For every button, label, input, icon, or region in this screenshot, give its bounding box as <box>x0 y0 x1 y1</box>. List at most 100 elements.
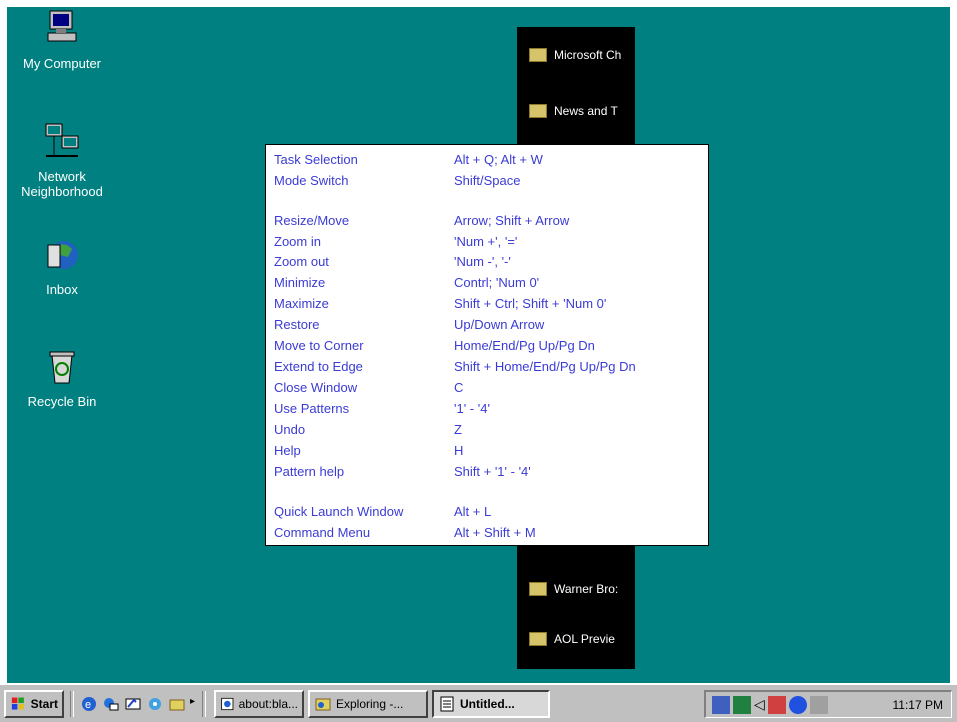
desktop-icon-network-neighborhood[interactable]: Network Neighborhood <box>7 122 117 199</box>
taskbar-separator <box>70 691 74 717</box>
folder-icon <box>529 48 547 62</box>
shortcut-action: Task Selection <box>274 152 358 167</box>
channel-item[interactable]: News and T <box>529 104 635 118</box>
shortcut-keys: Home/End/Pg Up/Pg Dn <box>454 338 595 353</box>
shortcut-keys: Contrl; 'Num 0' <box>454 275 540 290</box>
folder-icon <box>529 632 547 646</box>
folder-icon <box>529 582 547 596</box>
task-label: Exploring -... <box>336 697 404 711</box>
shortcut-keys: Shift + Ctrl; Shift + 'Num 0' <box>454 296 607 311</box>
task-label: about:bla... <box>238 697 298 711</box>
desktop-icon-recycle-bin[interactable]: Recycle Bin <box>7 347 117 409</box>
desktop-icon-label: My Computer <box>22 56 102 71</box>
shortcut-keys: 'Num +', '=' <box>454 234 518 249</box>
shortcut-keys: Z <box>454 422 462 437</box>
tray-network-icon[interactable] <box>712 695 730 714</box>
shortcut-keys: Arrow; Shift + Arrow <box>454 213 570 228</box>
inbox-icon <box>47 241 78 269</box>
channel-item-label: Microsoft Ch <box>554 48 622 62</box>
taskbar: Start e ▸ about:bla... Exploring -... Un… <box>0 684 957 722</box>
shortcut-action: Undo <box>274 422 306 437</box>
shortcut-row: Close Window C <box>274 380 463 400</box>
show-desktop-icon[interactable] <box>124 695 142 713</box>
start-label: Start <box>30 697 58 711</box>
shortcut-action: Minimize <box>274 275 326 290</box>
desktop-icon-label: Network Neighborhood <box>21 169 103 199</box>
folder-icon <box>529 104 547 118</box>
channels-icon[interactable] <box>146 695 164 713</box>
clock[interactable]: 11:17 PM <box>893 698 943 712</box>
desktop: My Computer Network Neighborhood Inbox R… <box>7 7 950 683</box>
shortcut-keys: Shift + Home/End/Pg Up/Pg Dn <box>454 359 636 374</box>
shortcut-row: Mode Switch Shift/Space <box>274 173 521 193</box>
shortcut-action: Maximize <box>274 296 329 311</box>
desktop-icon-label: Recycle Bin <box>27 394 97 409</box>
shortcut-keys: H <box>454 443 464 458</box>
explorer-icon <box>315 698 331 711</box>
volume-icon[interactable]: ◁ <box>754 696 765 713</box>
tray-globe-icon[interactable] <box>788 695 807 714</box>
shortcut-action: Use Patterns <box>274 401 350 416</box>
network-icon <box>45 123 79 157</box>
shortcut-row: Zoom out 'Num -', '-' <box>274 254 511 274</box>
channel-item-label: Warner Bro: <box>554 582 619 596</box>
channel-item[interactable]: Microsoft Ch <box>529 48 635 62</box>
shortcut-action: Zoom in <box>274 234 321 249</box>
task-label: Untitled... <box>460 697 515 711</box>
shortcut-action: Mode Switch <box>274 173 349 188</box>
internet-explorer-icon[interactable]: e <box>80 695 98 713</box>
notepad-icon <box>440 696 454 712</box>
quick-launch-more-arrow-icon[interactable]: ▸ <box>190 696 195 707</box>
shortcut-keys: '1' - '4' <box>454 401 490 416</box>
tray-display-icon[interactable] <box>809 695 828 714</box>
channel-item[interactable]: Warner Bro: <box>529 582 635 596</box>
shortcut-row: Help H <box>274 443 463 463</box>
shortcut-keys: Alt + Shift + M <box>454 525 536 540</box>
shortcut-keys: Alt + Q; Alt + W <box>454 152 543 167</box>
shortcut-action: Quick Launch Window <box>274 504 404 519</box>
quick-launch-folder-icon[interactable] <box>168 695 186 713</box>
shortcut-keys: Shift/Space <box>454 173 521 188</box>
shortcut-keys: Shift + '1' - '4' <box>454 464 531 479</box>
shortcut-keys: 'Num -', '-' <box>454 254 511 269</box>
shortcut-row: Command Menu Alt + Shift + M <box>274 525 536 545</box>
windows-logo-icon <box>11 697 24 710</box>
shortcut-row: Restore Up/Down Arrow <box>274 317 544 337</box>
shortcut-action: Extend to Edge <box>274 359 363 374</box>
computer-icon <box>47 10 77 42</box>
outlook-express-icon[interactable] <box>102 695 120 713</box>
shortcut-action: Command Menu <box>274 525 371 540</box>
shortcut-row: Pattern help Shift + '1' - '4' <box>274 464 531 484</box>
task-button-notepad[interactable]: Untitled... <box>432 690 550 718</box>
shortcut-row: Maximize Shift + Ctrl; Shift + 'Num 0' <box>274 296 606 316</box>
shortcut-row: Use Patterns '1' - '4' <box>274 401 490 421</box>
svg-text:e: e <box>85 699 91 711</box>
shortcut-action: Zoom out <box>274 254 329 269</box>
shortcut-keys: C <box>454 380 464 395</box>
tray-scheduler-icon[interactable] <box>767 695 786 714</box>
channel-item-label: AOL Previe <box>554 632 615 646</box>
recycle-bin-icon <box>49 351 75 384</box>
desktop-icon-my-computer[interactable]: My Computer <box>7 9 117 71</box>
shortcut-action: Resize/Move <box>274 213 350 228</box>
shortcut-action: Pattern help <box>274 464 345 479</box>
desktop-icon-inbox[interactable]: Inbox <box>7 235 117 297</box>
taskbar-separator <box>202 691 206 717</box>
tray-monitor-icon[interactable] <box>733 695 751 714</box>
shortcut-action: Close Window <box>274 380 358 395</box>
shortcut-row: Undo Z <box>274 422 462 442</box>
shortcut-row: Move to Corner Home/End/Pg Up/Pg Dn <box>274 338 595 358</box>
task-button-browser[interactable]: about:bla... <box>214 690 304 718</box>
shortcut-row: Minimize Contrl; 'Num 0' <box>274 275 539 295</box>
shortcut-action: Help <box>274 443 301 458</box>
system-tray: ◁ 11:17 PM <box>704 690 952 718</box>
browser-page-icon <box>221 697 234 711</box>
shortcut-row: Quick Launch Window Alt + L <box>274 504 491 524</box>
channel-item-label: News and T <box>554 104 618 118</box>
task-button-explorer[interactable]: Exploring -... <box>308 690 428 718</box>
start-button[interactable]: Start <box>4 690 64 718</box>
shortcut-help-panel: Task Selection Alt + Q; Alt + W Mode Swit… <box>265 144 709 546</box>
channel-item[interactable]: AOL Previe <box>529 632 635 646</box>
shortcut-row: Resize/Move Arrow; Shift + Arrow <box>274 213 569 233</box>
shortcut-row: Zoom in 'Num +', '=' <box>274 234 517 254</box>
